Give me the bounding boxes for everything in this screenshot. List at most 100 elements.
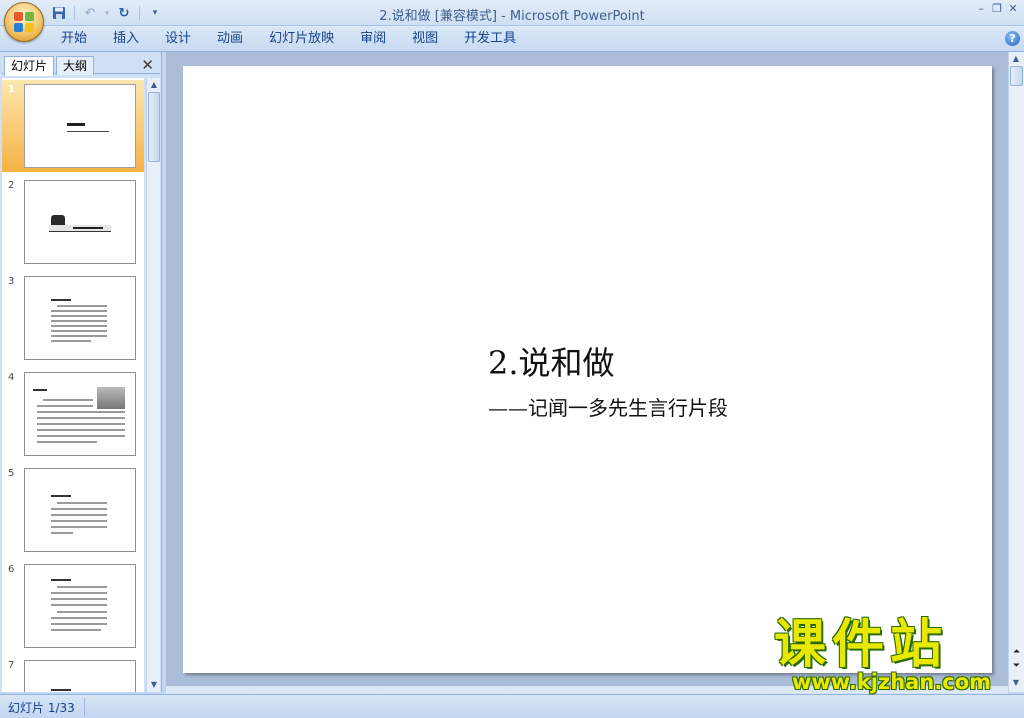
thumb-text-line [67,131,109,132]
slide-thumbnail-row[interactable]: 7 [2,656,144,692]
thumb-text-line [57,502,107,504]
watermark-url: www.kjzhan.com [792,670,992,694]
thumb-text-line [51,514,107,516]
office-logo-icon [14,12,35,33]
thumb-text-line [37,429,125,431]
thumb-text-line [43,399,93,401]
scroll-up-icon[interactable]: ▲ [1009,52,1023,66]
thumb-text-line [33,389,47,391]
restore-icon[interactable]: ❐ [990,2,1004,16]
thumb-text-line [51,335,107,337]
thumb-text-line [57,611,107,613]
minimize-icon[interactable]: – [974,2,988,16]
watermark-logo: 课件站 www.kjzhan.com [774,615,1010,694]
slide-thumbnail-row[interactable]: 1 [2,80,144,172]
slides-panel: 幻灯片 大纲 ✕ 1 2 3 4 5 6 7 ▲ ▼ [0,52,162,692]
thumb-text-line [67,123,85,126]
slide-thumbnail-row[interactable]: 3 [2,272,144,364]
tab-view[interactable]: 视图 [399,30,451,48]
status-bar: 幻灯片 1/33 [0,694,1024,718]
help-icon[interactable]: ? [1005,31,1020,46]
slide-thumbnail[interactable] [24,372,136,456]
thumb-text-line [51,689,71,691]
thumb-text-line [51,623,107,625]
close-icon[interactable]: ✕ [141,56,154,74]
tab-review[interactable]: 审阅 [347,30,399,48]
slide-thumbnail[interactable] [24,276,136,360]
thumb-text-line [57,586,107,588]
slide-number: 6 [8,564,15,575]
thumb-text-line [51,629,101,631]
ribbon: 开始 插入 设计 动画 幻灯片放映 审阅 视图 开发工具 ? [0,26,1024,52]
thumb-text-line [37,417,125,419]
slide-workspace: 2.说和做 ——记闻一多先生言行片段 [166,52,1008,692]
office-button[interactable] [4,2,44,42]
scroll-down-icon[interactable]: ▼ [1009,676,1023,690]
scroll-up-icon[interactable]: ▲ [147,78,161,92]
thumb-text-line [51,315,107,317]
thumb-text-line [37,411,125,413]
thumb-text-line [51,340,91,342]
slide-number: 7 [8,660,15,671]
tab-design[interactable]: 设计 [152,30,204,48]
slide-thumbnail[interactable] [24,564,136,648]
thumb-text-line [57,305,107,307]
slide-thumbnail[interactable] [24,180,136,264]
scrollbar-thumb[interactable] [148,92,160,162]
tab-outline[interactable]: 大纲 [56,56,95,75]
slide-title[interactable]: 2.说和做 [488,338,615,384]
thumbnails-scrollbar[interactable]: ▲ ▼ [146,78,160,692]
slide-scrollbar[interactable]: ▲ ⏶ ⏷ ▼ [1008,52,1024,692]
slide-thumbnail[interactable] [24,84,136,168]
thumb-text-line [37,435,125,437]
thumb-text-line [37,423,125,425]
slide-thumbnail[interactable] [24,468,136,552]
slide-thumbnail[interactable] [24,660,136,692]
thumb-text-line [51,520,107,522]
thumb-text-line [51,598,107,600]
thumb-text-line [51,532,73,534]
thumb-text-line [51,592,107,594]
window-title: 2.说和做 [兼容模式] - Microsoft PowerPoint [379,9,645,24]
tab-home[interactable]: 开始 [48,30,100,48]
thumb-text-line [51,330,107,332]
scroll-down-icon[interactable]: ▼ [147,678,161,692]
slide-number: 3 [8,276,15,287]
panel-tabs: 幻灯片 大纲 ✕ [2,54,160,76]
thumb-text-line [37,441,97,443]
slide-thumbnail-row[interactable]: 2 [2,176,144,268]
thumb-text-line [51,299,71,301]
thumb-text-line [51,310,107,312]
thumb-photo [97,387,125,409]
slide-thumbnail-row[interactable]: 5 [2,464,144,556]
slide-number: 2 [8,180,15,191]
slide-counter: 幻灯片 1/33 [8,701,75,715]
thumb-text-line [51,526,107,528]
slide-number: 4 [8,372,15,383]
previous-slide-icon[interactable]: ⏶ [1009,646,1024,659]
tab-slides[interactable]: 幻灯片 [4,56,55,76]
thumb-text-line [51,617,107,619]
next-slide-icon[interactable]: ⏷ [1009,660,1024,673]
tab-developer[interactable]: 开发工具 [451,30,529,48]
slide-thumbnail-row[interactable]: 6 [2,560,144,652]
status-separator [84,698,85,716]
title-bar: ↶ ▾ ↻ ▾ 2.说和做 [兼容模式] - Microsoft PowerPo… [0,0,1024,26]
tab-animations[interactable]: 动画 [204,30,256,48]
slide-number: 1 [8,84,15,95]
thumb-text-line [51,325,107,327]
close-icon[interactable]: ✕ [1006,2,1020,16]
watermark-text: 课件站 [774,615,949,675]
slide-canvas[interactable]: 2.说和做 ——记闻一多先生言行片段 [183,66,992,673]
ribbon-tabs: 开始 插入 设计 动画 幻灯片放映 审阅 视图 开发工具 [48,30,529,48]
thumb-text-line [51,604,107,606]
scrollbar-thumb[interactable] [1010,66,1023,86]
slide-number: 5 [8,468,15,479]
thumb-text-line [73,227,103,229]
thumb-text-line [51,320,107,322]
tab-insert[interactable]: 插入 [100,30,152,48]
tab-slideshow[interactable]: 幻灯片放映 [256,30,347,48]
slide-subtitle[interactable]: ——记闻一多先生言行片段 [488,392,728,421]
thumb-text-line [37,405,93,407]
slide-thumbnail-row[interactable]: 4 [2,368,144,460]
